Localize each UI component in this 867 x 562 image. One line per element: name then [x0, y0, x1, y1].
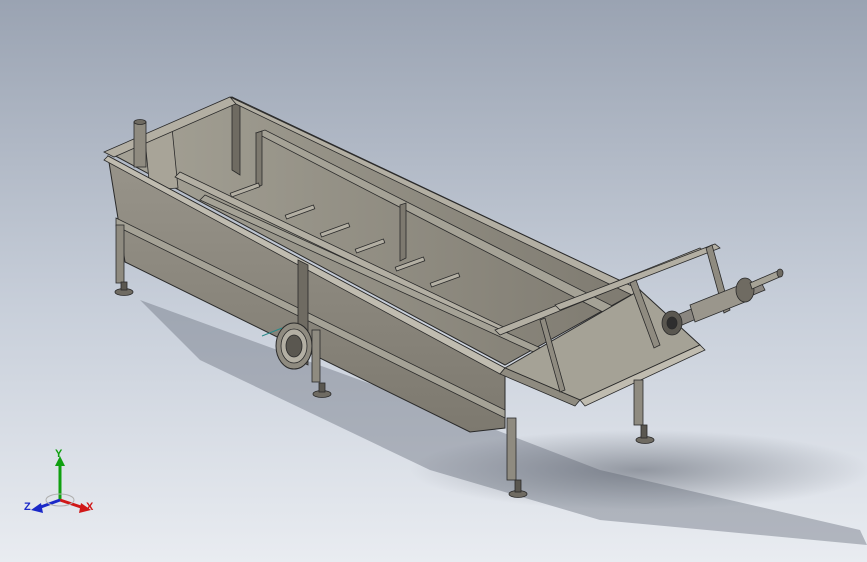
drive-motor [661, 268, 784, 336]
model-view[interactable] [0, 0, 867, 562]
cad-viewport[interactable]: Y X Z [0, 0, 867, 562]
axis-triad [31, 456, 91, 513]
drain-pipe [133, 119, 147, 168]
triad-y-label: Y [55, 448, 63, 460]
triad-x-label: X [86, 501, 94, 513]
triad-z-label: Z [24, 501, 31, 513]
